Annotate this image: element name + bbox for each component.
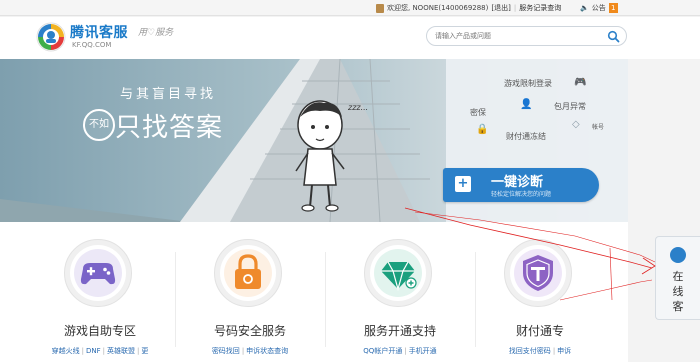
- service-icon-inner: [220, 245, 276, 301]
- divider: |: [81, 347, 84, 355]
- service-links: QQ帐户开通 | 手机开通: [330, 346, 470, 356]
- service-title[interactable]: 号码安全服务: [180, 322, 320, 339]
- service-activation[interactable]: 服务开通支持 QQ帐户开通 | 手机开通: [330, 222, 470, 362]
- services-row: 游戏自助专区 穿越火线 | DNF | 英雄联盟 | 更 号码安全服务 密码找回 |: [0, 222, 628, 362]
- logo-title[interactable]: 腾讯客服: [70, 22, 128, 42]
- page: 欢迎您, NOONE(1400069288) [退出] | 服务记录查询 🔈 公…: [0, 0, 700, 362]
- service-icon-inner: [510, 245, 566, 301]
- greeting-text: 欢迎您, NOONE(1400069288): [387, 4, 489, 12]
- search-input[interactable]: [435, 30, 605, 42]
- service-record-link[interactable]: 服务记录查询: [519, 3, 561, 13]
- service-tenpay[interactable]: 财付通专 找回支付密码 | 申诉: [470, 222, 610, 362]
- panel-item-game-login[interactable]: 游戏限制登录: [504, 78, 552, 89]
- gamepad-icon: 🎮: [574, 77, 587, 88]
- medical-cross-icon: +: [455, 176, 471, 192]
- service-links: 找回支付密码 | 申诉: [470, 346, 610, 356]
- link-mobile[interactable]: 手机开通: [409, 347, 437, 355]
- gamepad-icon: [74, 249, 122, 297]
- divider: [175, 252, 176, 347]
- lock-icon: 🔒: [476, 124, 489, 135]
- diagnose-title: 一键诊断: [491, 175, 544, 190]
- cartoon-boy-illustration: [295, 100, 345, 212]
- divider: |: [404, 347, 407, 355]
- service-icon-circle: [214, 239, 282, 307]
- panel-item-mibao[interactable]: 密保: [470, 107, 486, 118]
- service-game[interactable]: 游戏自助专区 穿越火线 | DNF | 英雄联盟 | 更: [30, 222, 170, 362]
- service-title[interactable]: 游戏自助专区: [30, 322, 170, 339]
- service-icon-inner: [70, 245, 126, 301]
- person-icon: 👤: [520, 99, 533, 110]
- service-icon-circle: [364, 239, 432, 307]
- user-info: 欢迎您, NOONE(1400069288) [退出] | 服务记录查询: [376, 3, 561, 13]
- divider: |: [241, 347, 245, 355]
- speaker-icon: 🔈: [580, 4, 589, 12]
- headset-icon: [670, 247, 686, 263]
- service-icon-inner: [370, 245, 426, 301]
- online-service-label: 在线客: [672, 270, 684, 313]
- service-account-security[interactable]: 号码安全服务 密码找回 | 申诉状态查询: [180, 222, 320, 362]
- link-lol[interactable]: 英雄联盟: [107, 347, 135, 355]
- notice[interactable]: 🔈 公告 1: [580, 3, 618, 13]
- service-title[interactable]: 财付通专: [470, 322, 610, 339]
- divider: |: [137, 347, 140, 355]
- divider: |: [102, 347, 105, 355]
- link-pay-password[interactable]: 找回支付密码: [509, 347, 551, 355]
- divider: [325, 252, 326, 347]
- notice-count-badge: 1: [608, 3, 618, 13]
- diagnose-subtitle: 轻松定位解决您的问题: [491, 191, 552, 198]
- service-icon-circle: [64, 239, 132, 307]
- tencent-service-logo-icon[interactable]: [36, 22, 66, 52]
- link-more[interactable]: 更: [141, 347, 148, 355]
- user-avatar-icon: [376, 3, 384, 13]
- one-click-diagnose-button[interactable]: + 一键诊断 轻松定位解决您的问题: [443, 168, 599, 202]
- link-appeal-status[interactable]: 申诉状态查询: [246, 347, 288, 355]
- notice-label: 公告: [591, 4, 606, 12]
- link-appeal[interactable]: 申诉: [557, 347, 571, 355]
- logout-link[interactable]: [退出]: [491, 3, 510, 13]
- banner-slogan: 只找答案: [115, 113, 224, 143]
- panel-item-monthly[interactable]: 包月异常: [554, 101, 586, 112]
- diamond-icon: ◇: [572, 119, 580, 130]
- link-dnf[interactable]: DNF: [86, 347, 101, 355]
- tenpay-shield-icon: [514, 249, 562, 297]
- panel-item-account[interactable]: 帐号: [592, 122, 604, 131]
- search-icon[interactable]: [607, 30, 620, 43]
- panel-item-tenpay-frozen[interactable]: 财付通冻结: [506, 131, 546, 142]
- divider: |: [513, 4, 517, 12]
- diamond-gem-icon: [374, 249, 422, 297]
- logo-domain: KF.QQ.COM: [72, 41, 112, 49]
- link-cf[interactable]: 穿越火线: [52, 347, 80, 355]
- slogan: 用♡服务: [138, 28, 174, 38]
- service-icon-circle: [504, 239, 572, 307]
- divider: |: [552, 347, 556, 355]
- service-links: 穿越火线 | DNF | 英雄联盟 | 更: [30, 346, 170, 356]
- link-password-recovery[interactable]: 密码找回: [212, 347, 240, 355]
- search-box: [426, 26, 627, 46]
- zzz-text: zzz...: [348, 103, 369, 112]
- top-bar: 欢迎您, NOONE(1400069288) [退出] | 服务记录查询 🔈 公…: [0, 0, 700, 16]
- banner-headline: 与其盲目寻找: [120, 87, 217, 102]
- service-title[interactable]: 服务开通支持: [330, 322, 470, 339]
- online-service-float[interactable]: 在线客: [655, 236, 700, 320]
- padlock-icon: [224, 249, 272, 297]
- banner-buru-circle: 不如: [83, 109, 115, 141]
- link-qq-account[interactable]: QQ帐户开通: [363, 347, 402, 355]
- service-links: 密码找回 | 申诉状态查询: [180, 346, 320, 356]
